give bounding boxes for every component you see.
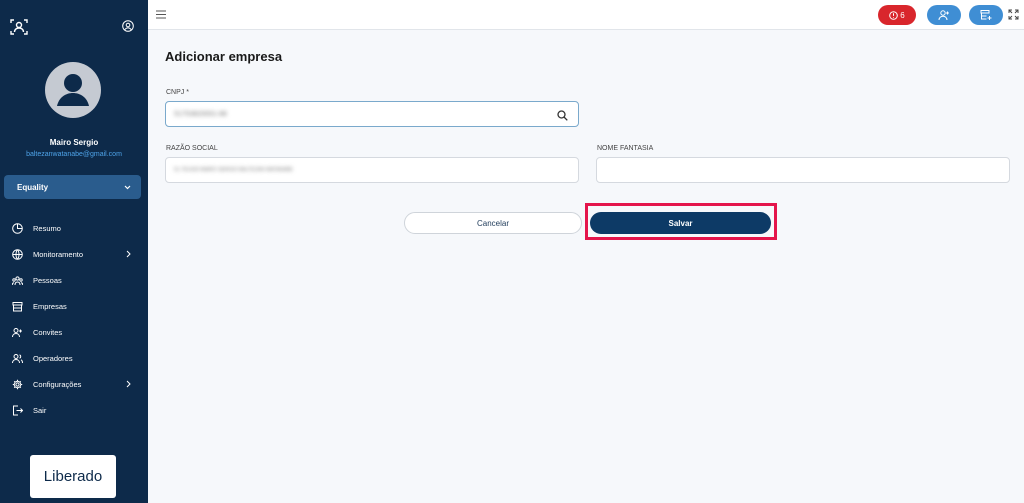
nome-fantasia-field[interactable] — [596, 157, 1010, 183]
nome-fantasia-label: NOME FANTASIA — [597, 145, 654, 152]
user-silhouette-icon — [57, 74, 89, 106]
sidebar-item-sair[interactable]: Sair — [0, 397, 148, 423]
user-email: baltezanwatanabe@gmail.com — [26, 151, 122, 158]
globe-icon — [12, 248, 23, 260]
company-select[interactable]: Equality — [4, 175, 141, 199]
alerts-button[interactable]: 6 — [878, 5, 916, 25]
sidebar-item-pessoas[interactable]: Pessoas — [0, 267, 148, 293]
sidebar: Mairo Sergio baltezanwatanabe@gmail.com … — [0, 0, 148, 503]
sidebar-item-label: Operadores — [33, 353, 73, 363]
page-title: Adicionar empresa — [165, 49, 283, 64]
cnpj-label: CNPJ * — [166, 89, 189, 96]
account-circle-icon[interactable] — [122, 20, 134, 32]
brand-logo: Liberado — [30, 455, 116, 498]
users-icon — [12, 353, 23, 363]
user-name: Mairo Sergio — [49, 138, 99, 147]
sidebar-item-label: Monitoramento — [33, 249, 84, 259]
avatar — [45, 62, 101, 118]
user-plus-icon — [938, 10, 949, 21]
chevron-right-icon — [126, 380, 131, 388]
sidebar-item-label: Resumo — [33, 223, 61, 233]
topbar: 6 — [148, 0, 1024, 30]
chevron-right-icon — [126, 250, 131, 258]
chart-pie-icon — [12, 222, 23, 234]
hamburger-menu-icon[interactable] — [156, 10, 166, 19]
add-user-button[interactable] — [927, 5, 961, 25]
sidebar-item-label: Pessoas — [33, 275, 62, 285]
cnpj-field[interactable]: 51753820001-88 — [165, 101, 579, 127]
face-scan-icon[interactable] — [10, 18, 28, 36]
chevron-down-icon — [124, 185, 131, 189]
add-company-button[interactable] — [969, 5, 1003, 25]
razao-social-label: RAZÃO SOCIAL — [166, 145, 218, 152]
fullscreen-icon[interactable] — [1008, 9, 1019, 20]
cancel-button[interactable]: Cancelar — [404, 212, 582, 234]
sidebar-item-empresas[interactable]: Empresas — [0, 293, 148, 319]
sidebar-item-label: Sair — [33, 405, 47, 415]
sidebar-item-label: Empresas — [33, 301, 67, 311]
alert-count: 6 — [900, 10, 905, 20]
sidebar-item-convites[interactable]: Convites — [0, 319, 148, 345]
save-button[interactable]: Salvar — [590, 212, 771, 234]
sidebar-item-resumo[interactable]: Resumo — [0, 215, 148, 241]
razao-social-field[interactable]: 51.753.820 MAIRO SERGIO BALTEZAN WATANAB… — [165, 157, 579, 183]
store-icon — [12, 301, 23, 311]
sidebar-item-configuracoes[interactable]: Configurações — [0, 371, 148, 397]
sidebar-item-label: Configurações — [33, 379, 82, 389]
store-plus-icon — [980, 10, 992, 20]
sidebar-nav: Resumo Monitoramento Pessoas Empresas Co… — [0, 215, 148, 423]
sidebar-item-monitoramento[interactable]: Monitoramento — [0, 241, 148, 267]
people-icon — [12, 275, 23, 285]
gear-icon — [12, 379, 23, 389]
logout-icon — [13, 405, 23, 415]
sidebar-item-label: Convites — [33, 327, 63, 337]
sidebar-item-operadores[interactable]: Operadores — [0, 345, 148, 371]
brand-logo-text: Liberado — [43, 468, 103, 485]
cnpj-value: 51753820001-88 — [174, 110, 227, 118]
alert-circle-icon — [889, 10, 899, 20]
user-plus-icon — [12, 327, 22, 337]
search-icon[interactable] — [557, 110, 568, 121]
razao-social-value: 51.753.820 MAIRO SERGIO BALTEZAN WATANAB… — [174, 167, 294, 173]
company-select-label: Equality — [17, 182, 49, 192]
